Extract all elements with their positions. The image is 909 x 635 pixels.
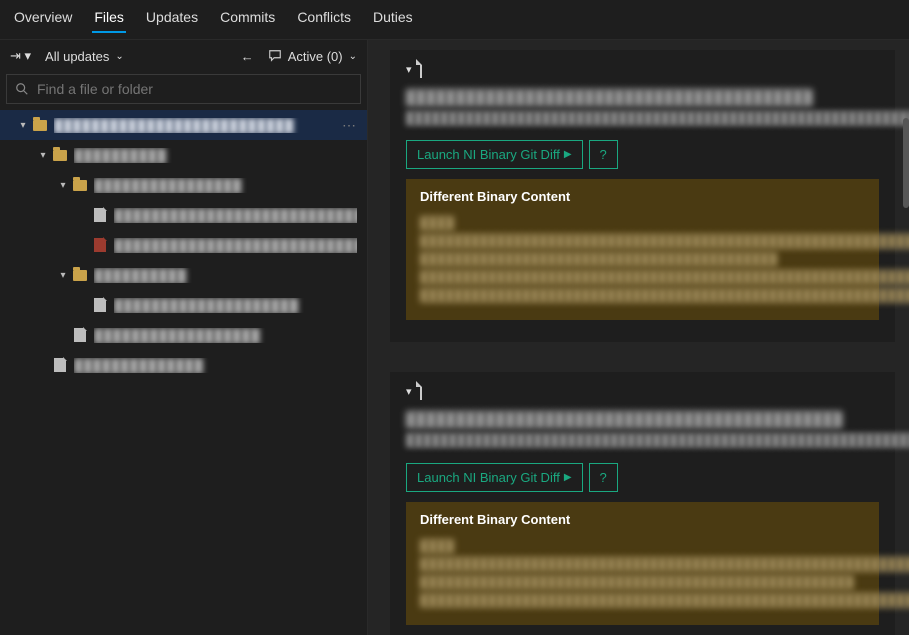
- launch-diff-label: Launch NI Binary Git Diff: [417, 470, 560, 485]
- tree-item-label: █████████████████████████████: [114, 238, 357, 253]
- tree-item-label: ██████████████████: [94, 328, 357, 343]
- diff-content-box: Different Binary Content ███████████████…: [406, 179, 879, 320]
- tree-item-label: ████████████████: [94, 178, 357, 193]
- tree-item-label: ██████████████: [74, 358, 357, 373]
- launch-diff-label: Launch NI Binary Git Diff: [417, 147, 560, 162]
- file-icon: [92, 207, 108, 223]
- tree-row[interactable]: ▾ ██████████: [0, 140, 367, 170]
- diff-content-box: Different Binary Content ███████████████…: [406, 502, 879, 625]
- file-icon: [420, 60, 422, 78]
- tab-conflicts[interactable]: Conflicts: [295, 7, 353, 33]
- expand-chevron-icon[interactable]: ▾: [58, 270, 68, 281]
- scrollbar-thumb[interactable]: [903, 118, 909, 208]
- tab-duties[interactable]: Duties: [371, 7, 415, 33]
- help-button[interactable]: ?: [589, 463, 618, 492]
- tree-row[interactable]: █████████████████████████████: [0, 230, 367, 260]
- comments-label: Active (0): [288, 49, 343, 64]
- tab-bar: Overview Files Updates Commits Conflicts…: [0, 0, 909, 40]
- diff-panel: ▾ ██████████████████████████████████████…: [368, 40, 909, 635]
- folder-icon: [32, 117, 48, 133]
- diff-card: ▾ ██████████████████████████████████████…: [390, 372, 895, 635]
- diff-body: ████████████████████████████████████████…: [420, 537, 865, 609]
- diff-title: Different Binary Content: [420, 189, 865, 204]
- folder-icon: [72, 267, 88, 283]
- tab-files[interactable]: Files: [92, 7, 126, 33]
- file-tree: ▾██████████████████████████⋯▾██████████▾…: [0, 110, 367, 635]
- tree-row[interactable]: ▾ ██████████████████████████⋯: [0, 110, 367, 140]
- tree-row[interactable]: ██████████████████: [0, 320, 367, 350]
- tab-updates[interactable]: Updates: [144, 7, 200, 33]
- folder-icon: [52, 147, 68, 163]
- diff-title: Different Binary Content: [420, 512, 865, 527]
- updates-dropdown-label: All updates: [45, 49, 109, 64]
- tab-commits[interactable]: Commits: [218, 7, 277, 33]
- chevron-down-icon: ⌄: [115, 51, 123, 62]
- tree-item-label: ████████████████████: [114, 298, 357, 313]
- file-path-sub: ████████████████████████████████████████…: [406, 432, 879, 449]
- expand-chevron-icon[interactable]: ▾: [58, 180, 68, 191]
- tree-row[interactable]: █████████████████████████████: [0, 200, 367, 230]
- tree-item-label: ██████████: [74, 148, 357, 163]
- help-button[interactable]: ?: [589, 140, 618, 169]
- diff-card: ▾ ██████████████████████████████████████…: [390, 50, 895, 342]
- tree-row[interactable]: ████████████████████: [0, 290, 367, 320]
- expand-chevron-icon[interactable]: ▾: [38, 150, 48, 161]
- search-icon: [15, 82, 29, 96]
- tree-row[interactable]: ▾ ████████████████: [0, 170, 367, 200]
- file-icon: [420, 382, 422, 400]
- updates-dropdown[interactable]: All updates ⌄: [45, 49, 124, 64]
- arrow-left-icon: ←: [241, 49, 254, 64]
- layout-toggle-icon: ⇥ ▾: [10, 48, 31, 64]
- play-icon: ▶: [564, 149, 572, 160]
- file-path-title: ████████████████████████████████████████…: [406, 88, 879, 108]
- expand-chevron-icon[interactable]: ▾: [18, 120, 28, 131]
- launch-diff-button[interactable]: Launch NI Binary Git Diff ▶: [406, 140, 583, 169]
- tree-item-label: █████████████████████████████: [114, 208, 357, 223]
- back-button[interactable]: ←: [241, 49, 254, 64]
- sidebar: ⇥ ▾ All updates ⌄ ← Active (0) ⌄: [0, 40, 368, 635]
- launch-diff-button[interactable]: Launch NI Binary Git Diff ▶: [406, 463, 583, 492]
- file-path-title: ████████████████████████████████████████…: [406, 410, 879, 430]
- tree-row[interactable]: ▾ ██████████: [0, 260, 367, 290]
- chevron-down-icon: ⌄: [349, 51, 357, 62]
- collapse-chevron-icon[interactable]: ▾: [406, 63, 412, 76]
- file-icon: [92, 237, 108, 253]
- comments-dropdown[interactable]: Active (0) ⌄: [268, 49, 357, 64]
- comment-icon: [268, 49, 282, 63]
- search-box[interactable]: [6, 74, 361, 104]
- file-icon: [72, 327, 88, 343]
- folder-icon: [72, 177, 88, 193]
- collapse-chevron-icon[interactable]: ▾: [406, 385, 412, 398]
- layout-toggle-button[interactable]: ⇥ ▾: [10, 48, 31, 64]
- tree-item-label: ██████████████████████████: [54, 118, 342, 133]
- diff-body: ████████████████████████████████████████…: [420, 214, 865, 304]
- search-input[interactable]: [37, 81, 352, 97]
- play-icon: ▶: [564, 472, 572, 483]
- file-path-sub: ████████████████████████████████████████…: [406, 110, 879, 127]
- sidebar-toolbar: ⇥ ▾ All updates ⌄ ← Active (0) ⌄: [0, 40, 367, 70]
- more-actions-button[interactable]: ⋯: [342, 117, 357, 134]
- tree-item-label: ██████████: [94, 268, 357, 283]
- tree-row[interactable]: ██████████████: [0, 350, 367, 380]
- file-icon: [92, 297, 108, 313]
- tab-overview[interactable]: Overview: [12, 7, 74, 33]
- file-icon: [52, 357, 68, 373]
